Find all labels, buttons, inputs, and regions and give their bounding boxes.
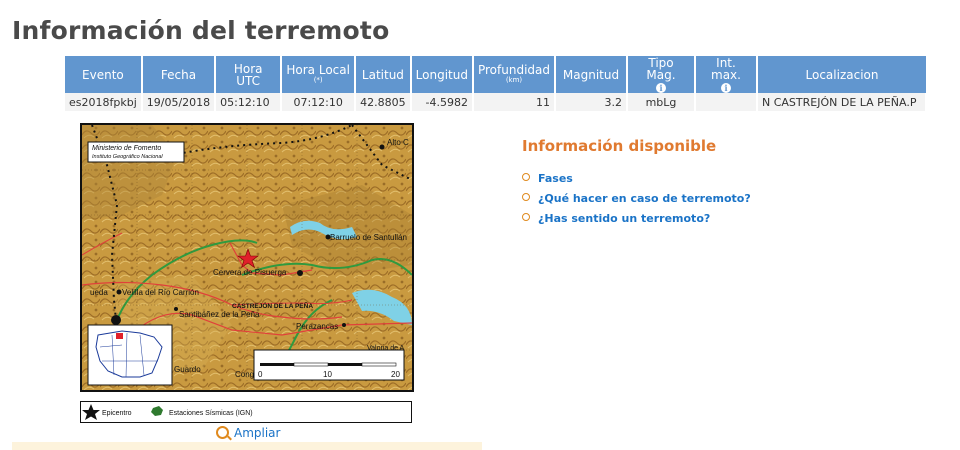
col-header-evento[interactable]: Evento	[65, 56, 143, 93]
map-legend: Epicentro Estaciones Sísmicas (IGN)	[80, 401, 412, 423]
cell-magnitud: 3.2	[555, 93, 628, 111]
scale-label: 10	[323, 370, 332, 379]
scale-label: 0	[258, 370, 263, 379]
col-header-tipo-mag[interactable]: Tipo Mag. i	[627, 56, 696, 93]
town-marker	[174, 307, 178, 311]
credit-line2: Instituto Geográfico Nacional	[92, 154, 163, 160]
cell-tipo-mag: mbLg	[627, 93, 696, 111]
bottom-notice-bar	[12, 442, 482, 450]
cell-hora-local: 07:12:10	[281, 93, 357, 111]
table-row[interactable]: es2018fpkbj 19/05/2018 05:12:10 07:12:10…	[65, 93, 927, 111]
table-header-row: Evento Fecha Hora UTC Hora Local (*) Lati…	[65, 56, 926, 93]
scale-label: 20	[391, 370, 400, 379]
bullet-icon	[522, 213, 530, 221]
cell-fecha: 19/05/2018	[141, 93, 217, 111]
legend-graphic: Epicentro Estaciones Sísmicas (IGN)	[82, 404, 253, 420]
zoom-in-icon	[216, 426, 229, 439]
place-label: Santibáñez de la Peña	[179, 310, 260, 319]
info-link-que-hacer[interactable]: ¿Qué hacer en caso de terremoto?	[522, 192, 751, 212]
town-marker	[379, 144, 385, 150]
place-label: Cong	[235, 370, 254, 379]
info-icon[interactable]: i	[656, 82, 666, 93]
place-label: Perazancas	[296, 322, 338, 331]
info-icon[interactable]: i	[721, 82, 731, 93]
info-link-fases[interactable]: Fases	[522, 172, 751, 192]
seismic-station-dot	[111, 315, 121, 325]
legend-estaciones: Estaciones Sísmicas (IGN)	[169, 410, 253, 417]
ampliar-link[interactable]: Ampliar	[216, 426, 280, 440]
cell-hora-utc: 05:12:10	[215, 93, 283, 111]
town-marker	[297, 270, 303, 276]
credit-box: Ministerio de Fomento Instituto Geográfi…	[87, 141, 185, 163]
col-header-localizacion[interactable]: Localizacion	[757, 56, 926, 93]
town-marker	[342, 323, 346, 327]
col-header-latitud[interactable]: Latitud	[355, 56, 412, 93]
place-label: ueda	[90, 288, 108, 297]
place-label: CASTREJÓN DE LA PEÑA	[232, 301, 313, 310]
ampliar-label: Ampliar	[234, 426, 281, 440]
col-header-longitud[interactable]: Longitud	[410, 56, 474, 93]
place-label: Barruelo de Santullán	[330, 233, 407, 242]
col-header-hora-local[interactable]: Hora Local (*)	[281, 56, 357, 93]
place-label: Velilla del Río Carrión	[122, 288, 199, 297]
inset-map	[87, 324, 173, 386]
cell-latitud: 42.8805	[355, 93, 412, 111]
map-graphic: Ministerio de Fomento Instituto Geográfi…	[82, 125, 412, 390]
inset-highlight	[116, 333, 123, 339]
info-link-has-sentido[interactable]: ¿Has sentido un terremoto?	[522, 212, 751, 232]
info-link-list: Fases ¿Qué hacer en caso de terremoto? ¿…	[522, 172, 751, 232]
col-header-hora-utc[interactable]: Hora UTC	[215, 56, 283, 93]
col-header-int-max[interactable]: Int. max. i	[695, 56, 758, 93]
legend-epicentro: Epicentro	[102, 410, 132, 417]
earthquake-table: Evento Fecha Hora UTC Hora Local (*) Lati…	[65, 56, 927, 111]
cell-int-max	[695, 93, 758, 111]
credit-line1: Ministerio de Fomento	[92, 145, 161, 152]
legend-station-icon	[151, 406, 163, 416]
scale-bar: 0 10 20	[253, 349, 405, 381]
cell-profundidad: 11	[472, 93, 557, 111]
page-title: Información del terremoto	[12, 16, 390, 45]
col-header-profundidad[interactable]: Profundidad (km)	[472, 56, 557, 93]
cell-localizacion: N CASTREJÓN DE LA PEÑA.P	[757, 93, 927, 111]
bullet-icon	[522, 193, 530, 201]
legend-star-icon	[82, 404, 100, 420]
info-section-title: Información disponible	[522, 137, 717, 155]
epicenter-map[interactable]: Ministerio de Fomento Instituto Geográfi…	[80, 123, 414, 392]
bullet-icon	[522, 173, 530, 181]
col-header-fecha[interactable]: Fecha	[141, 56, 217, 93]
cell-evento[interactable]: es2018fpkbj	[65, 93, 143, 111]
town-marker	[116, 289, 122, 295]
place-label: Alto C	[387, 138, 409, 147]
col-header-magnitud[interactable]: Magnitud	[555, 56, 628, 93]
place-label: Cervera de Pisuerga	[213, 268, 287, 277]
cell-longitud: -4.5982	[410, 93, 474, 111]
place-label: Guardo	[174, 365, 201, 374]
